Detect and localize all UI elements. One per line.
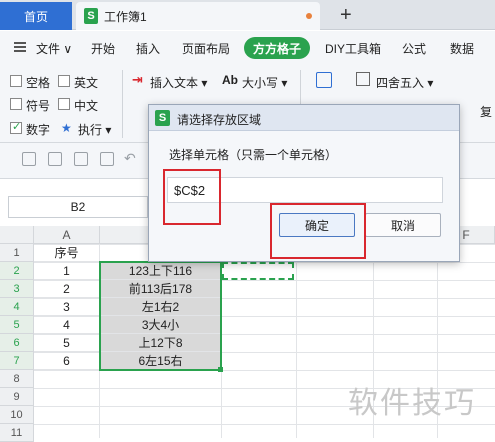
menu-diy-toolbox[interactable]: DIY工具箱 xyxy=(325,40,381,57)
row-header-5[interactable]: 5 xyxy=(0,316,34,334)
corner-header[interactable] xyxy=(0,226,34,244)
cell-a3[interactable]: 2 xyxy=(34,280,100,298)
menu-file[interactable]: 文件 ∨ xyxy=(36,40,72,57)
cell-a6[interactable]: 5 xyxy=(34,334,100,352)
row-header-2[interactable]: 2 xyxy=(0,262,34,280)
preview-icon[interactable] xyxy=(100,152,114,166)
cell-a5[interactable]: 4 xyxy=(34,316,100,334)
checkbox-symbol[interactable] xyxy=(10,98,22,110)
row-header-7[interactable]: 7 xyxy=(0,352,34,370)
checkbox-english[interactable] xyxy=(58,75,70,87)
row-header-9[interactable]: 9 xyxy=(0,388,34,406)
insert-text-icon: ⇥ xyxy=(132,72,143,87)
star-icon: ★ xyxy=(61,121,72,135)
cancel-button[interactable]: 取消 xyxy=(365,213,441,237)
insert-text-button[interactable]: 插入文本 ▾ xyxy=(150,74,207,91)
dialog-prompt: 选择单元格（只需一个单元格） xyxy=(169,148,338,162)
row-header-10[interactable]: 10 xyxy=(0,406,34,424)
grid-line xyxy=(296,244,297,438)
highlight-ok-box xyxy=(270,203,366,259)
row-header-4[interactable]: 4 xyxy=(0,298,34,316)
column-header-a[interactable]: A xyxy=(34,226,100,244)
undo-icon[interactable]: ↶ xyxy=(124,150,136,167)
spreadsheet-icon: S xyxy=(84,8,98,24)
unsaved-dot-icon xyxy=(306,13,312,19)
fill-handle[interactable] xyxy=(218,367,223,372)
menu-page-layout[interactable]: 页面布局 xyxy=(182,40,230,57)
checkbox-space-label: 空格 xyxy=(26,76,51,90)
menu-formula[interactable]: 公式 xyxy=(402,40,426,57)
case-icon: Ab xyxy=(222,73,238,87)
round-icon xyxy=(356,72,370,86)
checkbox-english-label: 英文 xyxy=(74,76,99,90)
select-range-dialog: S 请选择存放区域 选择单元格（只需一个单元格） $C$2 确定 取消 xyxy=(148,104,460,262)
print-icon[interactable] xyxy=(74,152,88,166)
case-button[interactable]: 大小写 ▾ xyxy=(242,74,287,91)
menu-home[interactable]: 开始 xyxy=(91,40,115,57)
dialog-titlebar[interactable]: S 请选择存放区域 xyxy=(149,105,459,131)
checkbox-digit-label: 数字 xyxy=(26,123,51,137)
checkbox-chinese[interactable] xyxy=(58,98,70,110)
menu-icon[interactable] xyxy=(14,42,26,52)
checkbox-symbol-label: 符号 xyxy=(26,99,51,113)
checkbox-space[interactable] xyxy=(10,75,22,87)
row-header-3[interactable]: 3 xyxy=(0,280,34,298)
new-tab-button[interactable]: + xyxy=(340,4,352,27)
row-header-8[interactable]: 8 xyxy=(0,370,34,388)
name-box[interactable]: B2 xyxy=(8,196,148,218)
ribbon-more[interactable]: 复 xyxy=(480,103,492,120)
execute-button[interactable]: 执行 ▾ xyxy=(78,121,111,138)
document-title: 工作簿1 xyxy=(104,10,147,24)
tab-home[interactable]: 首页 xyxy=(0,2,72,30)
cell-a2[interactable]: 1 xyxy=(34,262,100,280)
save-as-icon[interactable] xyxy=(48,152,62,166)
cell-a7[interactable]: 6 xyxy=(34,352,100,370)
tab-document[interactable]: S 工作簿1 xyxy=(76,2,320,30)
watermark: 软件技巧 xyxy=(348,386,476,421)
dialog-title: 请选择存放区域 xyxy=(177,113,262,127)
round-button[interactable]: 四舍五入 ▾ xyxy=(376,74,433,91)
highlight-input-box xyxy=(163,169,221,225)
menu-data[interactable]: 数据 xyxy=(450,40,474,57)
selection-range xyxy=(99,261,222,371)
cell-a1[interactable]: 序号 xyxy=(34,244,100,262)
menu-insert[interactable]: 插入 xyxy=(136,40,160,57)
check-doc-icon xyxy=(316,72,332,88)
ribbon-divider xyxy=(122,70,123,138)
row-header-11[interactable]: 11 xyxy=(0,424,34,442)
menu-fangfang[interactable]: 方方格子 xyxy=(244,37,310,59)
checkbox-digit[interactable] xyxy=(10,120,22,134)
target-cell-marquee xyxy=(222,262,294,280)
checkbox-chinese-label: 中文 xyxy=(74,99,99,113)
cell-a4[interactable]: 3 xyxy=(34,298,100,316)
row-header-1[interactable]: 1 xyxy=(0,244,34,262)
dialog-app-icon: S xyxy=(155,110,170,126)
save-icon[interactable] xyxy=(22,152,36,166)
row-header-6[interactable]: 6 xyxy=(0,334,34,352)
